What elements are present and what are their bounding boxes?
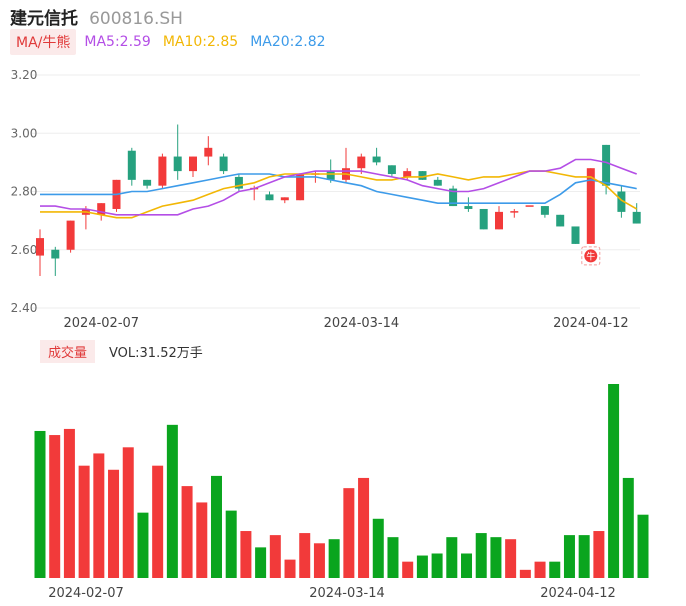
volume-bar — [519, 569, 531, 578]
candle-body — [36, 238, 44, 256]
stock-chart: 3.20 3.00 2.80 2.60 2.40 牛 2024-02-07 2024-03-1… — [11, 68, 649, 601]
volume-bar — [181, 486, 193, 578]
price-axis-tick-label: 2.40 — [11, 301, 38, 315]
candle-body — [66, 220, 75, 250]
volume-bar — [358, 477, 370, 578]
volume-bar — [446, 537, 458, 578]
candle-body — [143, 179, 152, 186]
price-axis-tick-label: 2.80 — [11, 185, 38, 199]
volume-bar — [431, 553, 443, 578]
volume-bar — [343, 488, 355, 578]
volume-axis-date-label: 2024-03-14 — [309, 586, 385, 601]
volume-bar — [108, 469, 120, 578]
volume-bar — [313, 543, 325, 578]
volume-bar — [93, 453, 105, 578]
volume-bar — [328, 539, 340, 578]
candle-body — [296, 174, 305, 201]
candle-body — [204, 147, 213, 157]
volume-bar — [210, 475, 222, 578]
candle-body — [433, 179, 442, 186]
candle-body — [403, 171, 412, 177]
volume-bar — [593, 531, 605, 578]
volume-bar — [490, 537, 502, 578]
volume-bar — [622, 477, 634, 578]
volume-bar — [505, 539, 517, 578]
candle-body — [265, 194, 274, 201]
volume-bar — [637, 514, 649, 578]
candle-body — [540, 206, 549, 215]
price-axis-date-label: 2024-02-07 — [64, 316, 140, 331]
candle-body — [387, 165, 396, 175]
volume-bar — [196, 502, 208, 578]
volume-bar — [416, 555, 428, 578]
volume-bar — [578, 535, 590, 578]
candle-body — [51, 249, 60, 259]
price-axis-date-label: 2024-04-12 — [553, 316, 629, 331]
volume-bar — [49, 435, 61, 578]
volume-bar — [269, 535, 281, 578]
candle-body — [219, 156, 228, 172]
volume-bar — [166, 424, 178, 578]
candle-body — [127, 150, 136, 180]
candle-body — [571, 226, 580, 244]
price-axis-tick-label: 2.60 — [11, 243, 38, 257]
volume-bar — [255, 547, 267, 578]
candle-body — [418, 171, 427, 180]
price-axis-tick-label: 3.20 — [11, 68, 38, 82]
volume-bar — [475, 533, 487, 578]
volume-axis-date-label: 2024-02-07 — [48, 586, 124, 601]
volume-axis-date-label: 2024-04-12 — [540, 586, 616, 601]
price-axis-tick-label: 3.00 — [11, 126, 38, 140]
candle-body — [510, 211, 519, 213]
volume-bar — [534, 561, 546, 578]
volume-bar — [402, 561, 414, 578]
candle-body — [479, 208, 488, 230]
bull-signal-label: 牛 — [586, 250, 595, 262]
price-axis-date-label: 2024-03-14 — [324, 316, 400, 331]
candle-body — [357, 156, 366, 169]
volume-bar — [372, 518, 384, 578]
volume-bar — [122, 447, 134, 578]
volume-bar — [608, 384, 620, 578]
candle-body — [602, 144, 611, 186]
volume-bar — [549, 561, 561, 578]
volume-bar — [78, 465, 90, 578]
volume-bar — [240, 531, 252, 578]
candle-body — [280, 197, 289, 201]
volume-bar — [225, 510, 237, 578]
volume-bar — [299, 533, 311, 578]
volume-bar — [152, 465, 164, 578]
volume-bar — [461, 553, 473, 578]
candle-body — [525, 205, 534, 207]
volume-bar — [284, 559, 296, 578]
candle-body — [495, 211, 503, 230]
volume-bar — [34, 430, 46, 578]
candle-body — [158, 156, 167, 186]
volume-bar — [563, 535, 575, 578]
candle-body — [189, 156, 197, 172]
candle-body — [464, 206, 473, 209]
volume-bar — [137, 512, 149, 578]
candle-body — [372, 156, 381, 163]
volume-bar — [63, 428, 75, 578]
candle-body — [632, 211, 641, 224]
candle-body — [556, 214, 565, 227]
candle-body — [173, 156, 182, 172]
volume-bar — [387, 537, 399, 578]
